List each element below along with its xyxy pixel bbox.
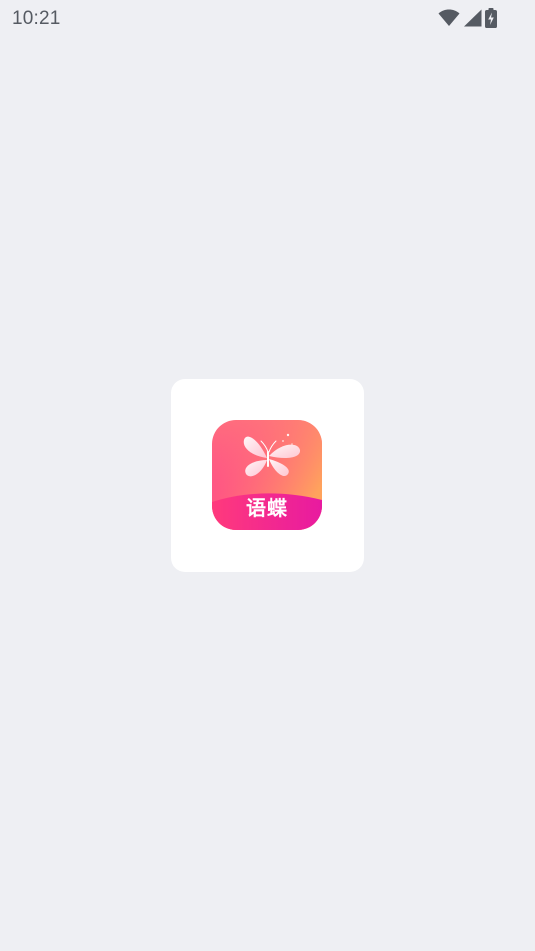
status-icons [438, 7, 497, 29]
wifi-icon [438, 9, 460, 27]
splash-card: 语蝶 [171, 379, 364, 572]
battery-charging-icon [485, 8, 497, 28]
status-time: 10:21 [12, 8, 61, 29]
app-icon: 语蝶 [212, 420, 322, 530]
butterfly-icon [243, 436, 301, 477]
app-icon-label: 语蝶 [246, 496, 288, 520]
signal-icon [463, 9, 482, 27]
status-bar: 10:21 [0, 0, 535, 38]
